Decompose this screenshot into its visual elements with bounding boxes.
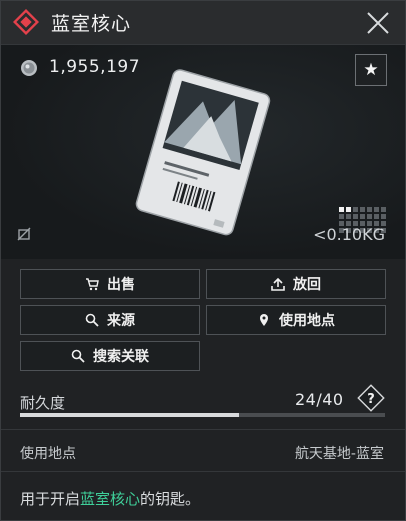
item-weight: <0.10KG — [313, 225, 385, 244]
location-label: 使用地点 — [20, 446, 76, 462]
star-icon: ★ — [363, 60, 379, 80]
source-label: 来源 — [107, 313, 135, 329]
durability-bar — [20, 413, 385, 417]
favorite-button[interactable]: ★ — [355, 54, 387, 86]
diamond-logo-icon — [13, 9, 39, 35]
item-title: 蓝室核心 — [51, 13, 132, 35]
durability-bar-fill — [20, 413, 239, 417]
item-detail-panel: 蓝室核心 1,955,197 ★ <0.10KG 出售 放回 来源 使用地点 搜… — [0, 0, 406, 521]
title-bar: 蓝室核心 — [1, 1, 405, 45]
item-price: 1,955,197 — [49, 57, 141, 77]
search-related-label: 搜索关联 — [93, 349, 149, 365]
keycard-image — [135, 69, 271, 236]
location-pin-icon — [260, 314, 268, 326]
description-prefix: 用于开启 — [20, 490, 81, 508]
svg-text:?: ? — [367, 392, 375, 407]
coin-icon — [21, 60, 37, 76]
location-value: 航天基地-蓝室 — [294, 446, 384, 462]
durability-label: 耐久度 — [20, 394, 66, 412]
durability-value: 24/40 — [295, 390, 344, 409]
item-description: 用于开启蓝室核心的钥匙。 — [20, 488, 200, 509]
close-icon[interactable] — [365, 10, 391, 36]
divider — [1, 471, 405, 472]
search-related-button[interactable]: 搜索关联 — [20, 341, 200, 371]
use-location-button[interactable]: 使用地点 — [206, 305, 386, 335]
use-location-label: 使用地点 — [279, 313, 335, 329]
description-suffix: 的钥匙。 — [140, 490, 201, 508]
source-button[interactable]: 来源 — [20, 305, 200, 335]
search-icon — [71, 349, 85, 363]
description-highlight: 蓝室核心 — [80, 490, 141, 508]
divider — [1, 429, 405, 430]
upload-icon — [271, 277, 285, 291]
cart-icon — [86, 278, 99, 291]
search-icon — [85, 313, 99, 327]
no-share-icon — [17, 227, 31, 241]
sell-button[interactable]: 出售 — [20, 269, 200, 299]
sell-label: 出售 — [107, 277, 135, 293]
help-icon[interactable]: ? — [357, 384, 385, 412]
return-label: 放回 — [293, 277, 321, 293]
item-preview: 1,955,197 ★ <0.10KG — [1, 45, 405, 259]
return-button[interactable]: 放回 — [206, 269, 386, 299]
